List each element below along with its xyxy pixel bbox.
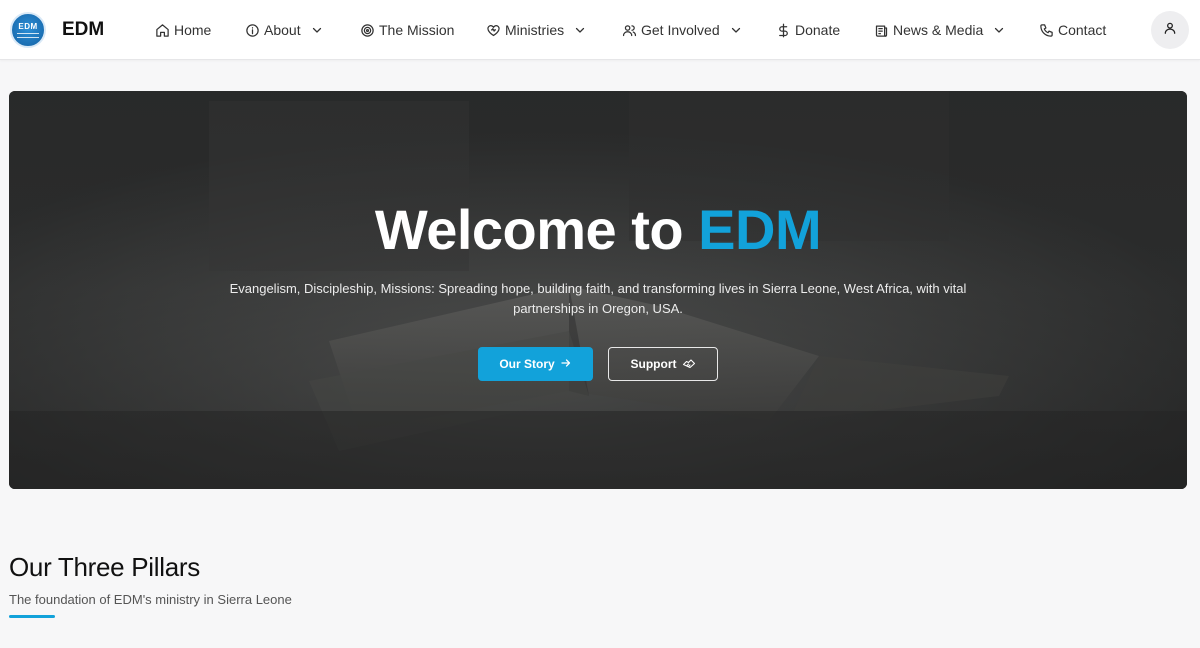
newspaper-icon [873, 22, 889, 38]
nav-label-donate: Donate [795, 22, 841, 38]
target-icon [359, 22, 375, 38]
handshake-icon [677, 357, 696, 372]
chevron-down-icon [993, 24, 1005, 36]
phone-icon [1038, 22, 1054, 38]
nav-label-about: About [264, 22, 301, 38]
hero-title-accent: EDM [698, 198, 822, 261]
our-story-label: Our Story [499, 357, 555, 371]
support-label: Support [630, 357, 677, 371]
info-icon [244, 22, 260, 38]
nav-item-ministries[interactable]: Ministries [485, 18, 586, 42]
pillars-accent-bar [9, 615, 55, 618]
nav-item-donate[interactable]: Donate [775, 18, 840, 42]
nav-item-home[interactable]: Home [154, 18, 211, 42]
nav-label-contact: Contact [1058, 22, 1107, 38]
home-icon [154, 22, 170, 38]
user-icon [1163, 21, 1177, 40]
nav-label-ministries: Ministries [505, 22, 565, 38]
navbar: EDM EDM Home About The Mission Ministrie… [0, 0, 1200, 60]
dollar-icon [775, 22, 791, 38]
our-story-button[interactable]: Our Story [478, 347, 593, 381]
arrow-right-icon [555, 357, 572, 372]
edm-logo: EDM [10, 12, 46, 48]
logo-lines [17, 33, 39, 38]
brand-link[interactable]: EDM EDM [10, 11, 104, 49]
brand-name: EDM [62, 19, 105, 40]
logo-text: EDM [18, 22, 38, 31]
account-button[interactable] [1151, 11, 1189, 49]
pillars-title: Our Three Pillars [9, 552, 200, 582]
nav-label-get-involved: Get Involved [641, 22, 720, 38]
nav-label-the-mission: The Mission [379, 22, 455, 38]
nav-item-the-mission[interactable]: The Mission [359, 18, 454, 42]
hero-section: Welcome to EDM Evangelism, Discipleship,… [9, 91, 1187, 489]
nav-item-news-media[interactable]: News & Media [873, 18, 1005, 42]
chevron-down-icon [730, 24, 742, 36]
nav-label-news-media: News & Media [893, 22, 984, 38]
hero-title: Welcome to EDM [9, 195, 1187, 265]
nav-item-contact[interactable]: Contact [1038, 18, 1106, 42]
hero-title-prefix: Welcome to [374, 198, 699, 261]
users-icon [621, 22, 637, 38]
hero-subtitle: Evangelism, Discipleship, Missions: Spre… [229, 281, 967, 316]
heart-icon [485, 22, 501, 38]
chevron-down-icon [311, 24, 323, 36]
pillars-subtitle: The foundation of EDM's ministry in Sier… [9, 592, 292, 607]
chevron-down-icon [574, 24, 586, 36]
support-button[interactable]: Support [608, 347, 718, 381]
nav-item-about[interactable]: About [244, 18, 323, 42]
nav-item-get-involved[interactable]: Get Involved [621, 18, 742, 42]
nav-label-home: Home [174, 22, 212, 38]
